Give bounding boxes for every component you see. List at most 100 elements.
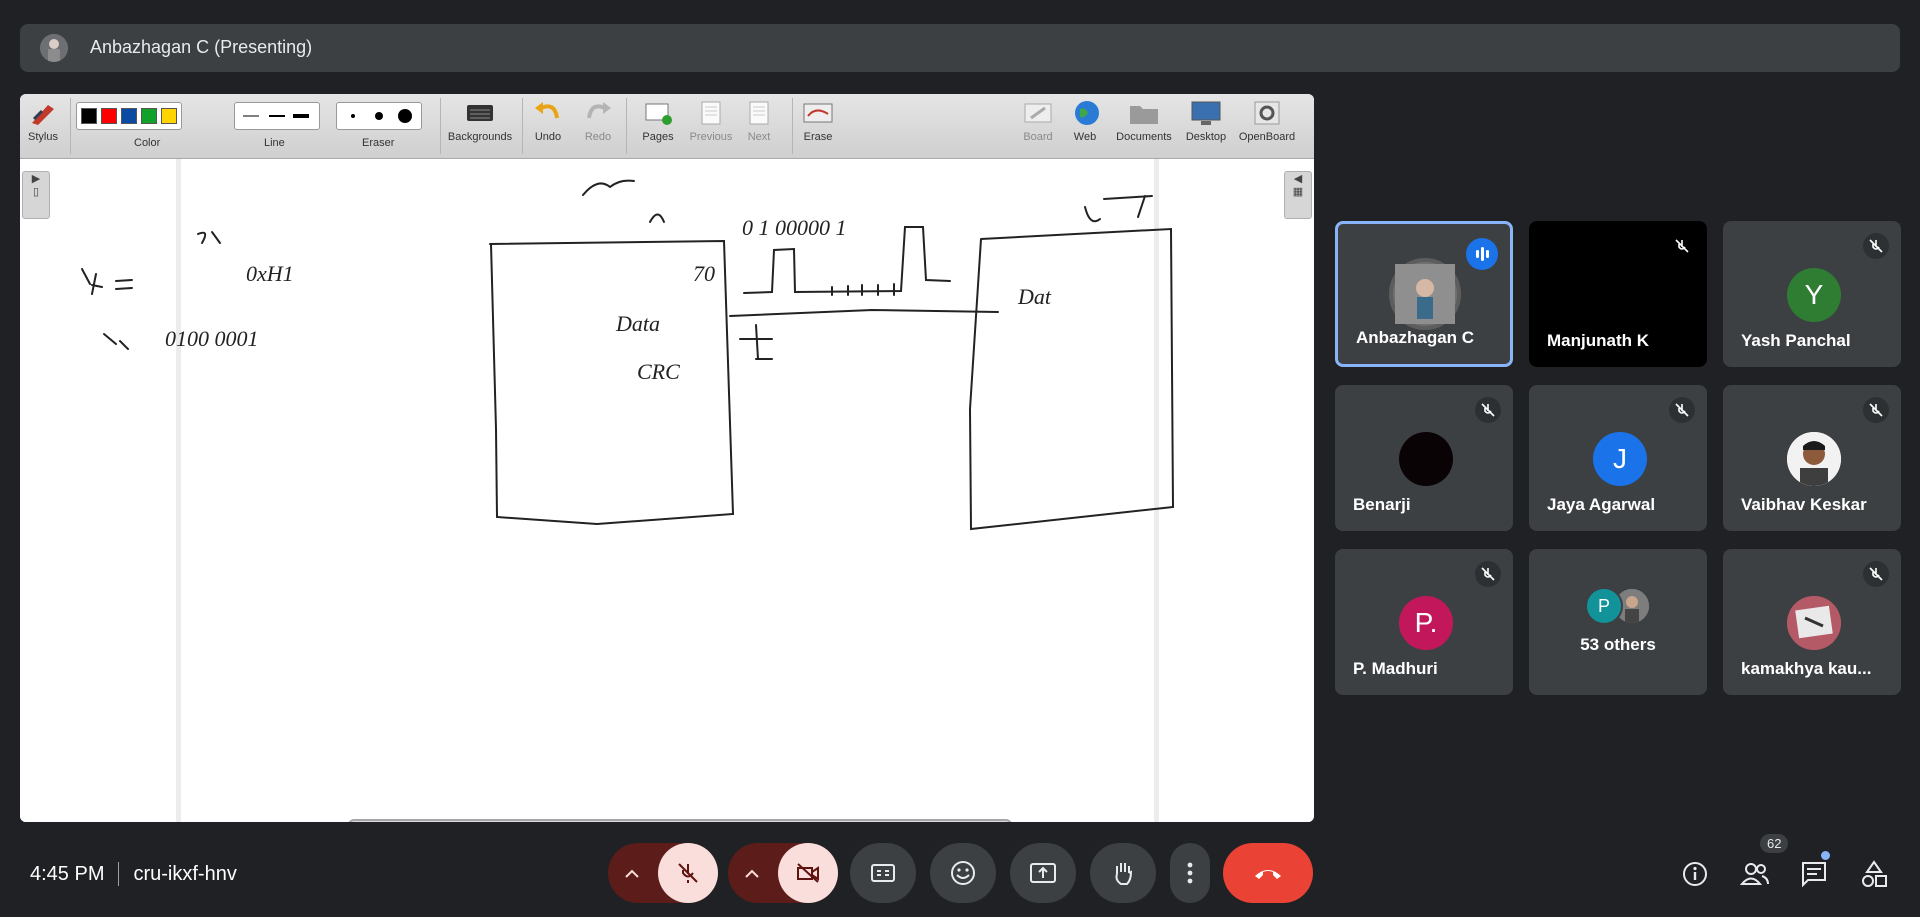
participant-name: Benarji (1353, 495, 1411, 514)
color-swatch-green[interactable] (141, 108, 157, 124)
participant-tile[interactable]: Vaibhav Keskar (1723, 385, 1901, 531)
mic-off-icon (1669, 233, 1695, 259)
camera-toggle-button[interactable] (778, 843, 838, 903)
more-options-button[interactable] (1170, 843, 1210, 903)
participant-avatar: P. (1399, 596, 1453, 650)
meeting-info: 4:45 PM cru-ikxf-hnv (30, 862, 237, 886)
line-widths[interactable] (234, 102, 320, 130)
handwritten-drawing: 0xH1 0100 0001 0 1 00000 1 70 Data CRC D… (81, 179, 1175, 531)
color-swatch-black[interactable] (81, 108, 97, 124)
present-button[interactable] (1010, 843, 1076, 903)
mic-toggle-button[interactable] (658, 843, 718, 903)
redo-icon (581, 98, 615, 128)
backgrounds-icon (463, 98, 497, 128)
erase-tool[interactable]: Erase (798, 98, 838, 143)
others-count-label: 53 others (1580, 635, 1656, 654)
documents-tool[interactable]: Documents (1112, 98, 1176, 143)
people-icon (1740, 863, 1769, 885)
board-icon (1021, 98, 1055, 128)
color-swatch-blue[interactable] (121, 108, 137, 124)
participant-tile[interactable]: Anbazhagan C (1335, 221, 1513, 367)
toolbar-separator (522, 98, 523, 154)
stylus-icon (26, 98, 60, 128)
emoji-icon (951, 861, 975, 885)
participant-tile[interactable]: P. P. Madhuri (1335, 549, 1513, 695)
mic-off-icon (1863, 397, 1889, 423)
svg-text:0100 0001: 0100 0001 (165, 326, 259, 351)
toolbar-separator (70, 98, 71, 154)
participant-avatar: Y (1787, 268, 1841, 322)
mic-off-icon (1475, 561, 1501, 587)
toolbar-separator (440, 98, 441, 154)
raise-hand-icon (1115, 863, 1133, 885)
folder-icon (1127, 98, 1161, 128)
participant-tile[interactable]: J Jaya Agarwal (1529, 385, 1707, 531)
participant-name: P. Madhuri (1353, 659, 1438, 678)
mic-off-icon (1863, 233, 1889, 259)
participant-avatar (1389, 258, 1461, 330)
participant-tile[interactable]: Manjunath K (1529, 221, 1707, 367)
speaking-indicator-icon (1466, 238, 1498, 270)
participant-name: Manjunath K (1547, 331, 1649, 350)
mic-off-icon (1863, 561, 1889, 587)
participant-name: Anbazhagan C (1356, 328, 1475, 347)
captions-button[interactable] (850, 843, 916, 903)
clock-time: 4:45 PM (30, 862, 105, 885)
previous-tool[interactable]: Previous (688, 98, 734, 143)
presenter-avatar (40, 34, 68, 62)
eraser-sizes[interactable] (336, 102, 422, 130)
leave-call-button[interactable] (1223, 843, 1313, 903)
call-end-icon (1255, 870, 1281, 879)
presenter-bar: Anbazhagan C (Presenting) (20, 24, 1900, 72)
captions-icon (871, 864, 895, 882)
eraser-label: Eraser (362, 137, 395, 149)
participant-avatar: P (1585, 587, 1623, 625)
raise-hand-button[interactable] (1090, 843, 1156, 903)
meeting-details-button[interactable] (1679, 858, 1711, 890)
info-divider (118, 862, 120, 886)
svg-text:Dat: Dat (1017, 284, 1052, 309)
svg-text:0 1 00000 1: 0 1 00000 1 (742, 215, 847, 240)
next-tool[interactable]: Next (742, 98, 776, 143)
activities-button[interactable] (1858, 858, 1890, 890)
pages-tool[interactable]: Pages (638, 98, 678, 143)
backgrounds-tool[interactable]: Backgrounds (444, 98, 516, 143)
chat-button[interactable] (1798, 858, 1830, 890)
chevron-up-icon (625, 869, 639, 878)
color-swatch-yellow[interactable] (161, 108, 177, 124)
activities-icon (1862, 860, 1887, 887)
color-swatches[interactable] (76, 102, 182, 130)
participant-tile[interactable]: Benarji (1335, 385, 1513, 531)
whiteboard[interactable]: ▶ ▯ ◀ ▦ 0xH1 0100 0001 0 1 00000 1 70 Da… (20, 159, 1314, 822)
participant-tile[interactable]: Y Yash Panchal (1723, 221, 1901, 367)
mic-off-icon (1475, 397, 1501, 423)
people-count-badge: 62 (1760, 834, 1789, 853)
chevron-up-icon (745, 869, 759, 878)
web-tool[interactable]: Web (1070, 98, 1100, 143)
people-button[interactable] (1739, 858, 1771, 890)
toolbar-separator (626, 98, 627, 154)
add-page-icon (641, 98, 675, 128)
desktop-tool[interactable]: Desktop (1184, 98, 1228, 143)
mic-off-icon (1669, 397, 1695, 423)
color-swatch-red[interactable] (101, 108, 117, 124)
globe-icon (1070, 98, 1104, 128)
presenter-name: Anbazhagan C (Presenting) (90, 37, 313, 57)
svg-text:0xH1: 0xH1 (246, 261, 294, 286)
erase-board-icon (801, 98, 835, 128)
participant-avatar (1399, 432, 1453, 486)
svg-text:CRC: CRC (637, 359, 680, 384)
participant-name: Vaibhav Keskar (1741, 495, 1867, 514)
others-tile[interactable]: P 53 others (1529, 549, 1707, 695)
shared-screen: Stylus Color Line Eraser Backgrounds Und… (20, 94, 1314, 822)
participant-name: Jaya Agarwal (1547, 495, 1656, 514)
color-label: Color (134, 137, 161, 149)
stylus-tool[interactable]: Stylus (24, 98, 62, 143)
participant-tile[interactable]: kamakhya kau... (1723, 549, 1901, 695)
present-icon (1030, 863, 1056, 883)
board-tool[interactable]: Board (1020, 98, 1056, 143)
reactions-button[interactable] (930, 843, 996, 903)
openboard-menu[interactable]: OpenBoard (1236, 98, 1298, 143)
undo-tool[interactable]: Undo (528, 98, 568, 143)
redo-tool[interactable]: Redo (578, 98, 618, 143)
